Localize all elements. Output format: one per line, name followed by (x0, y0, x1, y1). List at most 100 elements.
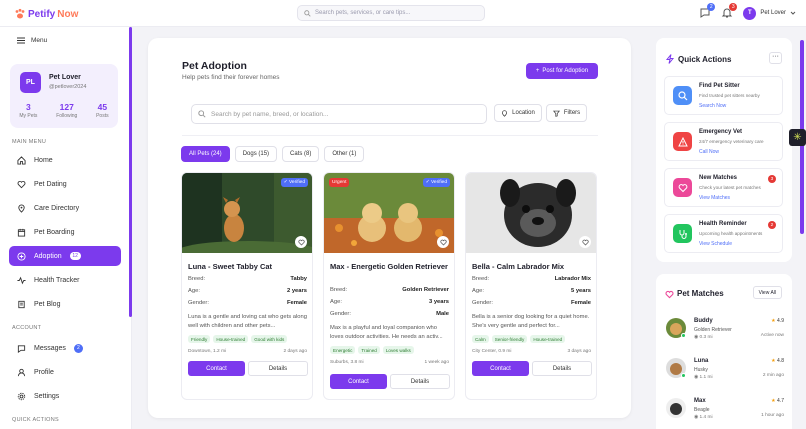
pet-search-input[interactable]: Search by pet name, breed, or location..… (191, 104, 487, 124)
urgent-badge: Urgent (329, 178, 350, 187)
details-button[interactable]: Details (248, 361, 308, 376)
quick-action-new-matches[interactable]: New Matches Check your latest pet matche… (664, 168, 783, 207)
heart-icon (673, 178, 692, 197)
filters-button[interactable]: Filters (546, 104, 587, 122)
location-button[interactable]: Location (494, 104, 542, 122)
tab-dogs[interactable]: Dogs (15) (234, 146, 278, 162)
pet-name: Bella - Calm Labrador Mix (472, 262, 565, 271)
sidebar-item-care-directory[interactable]: Care Directory (9, 198, 121, 218)
pet-actions: Contact Details (330, 374, 450, 389)
pet-tag: Senior-friendly (491, 335, 528, 343)
profile-card[interactable]: PL Pet Lover @petlover2024 3 My Pets 127 F… (10, 64, 118, 128)
pet-gender-row: Gender: Female (188, 300, 307, 306)
quick-action-health-reminder[interactable]: Health Reminder Upcoming health appointm… (664, 214, 783, 253)
match-item[interactable]: Buddy Golden Retriever ◉ 0.3 mi ★ 4.9 Ac… (666, 316, 784, 346)
pet-posted-time: 3 days ago (567, 349, 591, 354)
quick-action-link[interactable]: Search Now (699, 103, 726, 109)
quick-action-title: New Matches (699, 175, 738, 181)
contact-button[interactable]: Contact (472, 361, 529, 376)
lightning-icon (665, 54, 675, 64)
sidebar-item-pet-blog[interactable]: Pet Blog (9, 294, 121, 314)
sidebar-scrollbar[interactable] (129, 27, 132, 317)
match-distance: ◉ 1.4 mi (694, 415, 713, 420)
pet-name: Max - Energetic Golden Retriever (330, 262, 448, 271)
match-breed: Beagle (694, 407, 710, 413)
view-all-button[interactable]: View All (752, 286, 782, 299)
profile-stats: 3 My Pets 127 Following 45 Posts (10, 102, 118, 119)
profile-handle: @petlover2024 (49, 84, 87, 90)
heart-icon (297, 239, 305, 245)
pet-search-placeholder: Search by pet name, breed, or location..… (211, 110, 329, 118)
chevron-down-icon (790, 11, 796, 15)
sidebar-item-label: Care Directory (34, 204, 80, 212)
sidebar-item-home[interactable]: Home (9, 150, 121, 170)
adoption-panel: Pet Adoption Help pets find their foreve… (148, 38, 631, 418)
more-options-button[interactable]: ··· (769, 52, 782, 64)
heart-icon (439, 239, 447, 245)
tab-all-pets[interactable]: All Pets (24) (181, 146, 230, 162)
match-distance-value: 1.4 mi (699, 415, 713, 420)
messages-button[interactable]: 2 (699, 3, 716, 19)
pet-card-bella[interactable]: Bella - Calm Labrador Mix Breed: Labrador… (465, 172, 597, 400)
details-button[interactable]: Details (532, 361, 592, 376)
gender-label: Gender: (330, 311, 351, 317)
pet-age-row: Age: 3 years (330, 299, 449, 305)
match-avatar (666, 398, 686, 418)
stat-label: My Pets (19, 113, 38, 119)
profile-name: Pet Lover (49, 74, 81, 81)
quick-action-link[interactable]: Call Now (699, 149, 719, 155)
sidebar-item-pet-boarding[interactable]: Pet Boarding (9, 222, 121, 242)
pet-description: Luna is a gentle and loving cat who gets… (188, 314, 307, 329)
account-heading: ACCOUNT (12, 325, 42, 331)
match-name: Max (694, 398, 706, 404)
sidebar-item-label: Messages (34, 344, 66, 352)
sidebar-item-settings[interactable]: Settings (9, 386, 121, 406)
breed-label: Breed: (330, 287, 348, 293)
global-search-input[interactable]: Search pets, services, or care tips... (297, 5, 485, 21)
menu-toggle[interactable]: Menu (17, 37, 47, 44)
post-for-adoption-button[interactable]: + Post for Adoption (526, 63, 598, 79)
sidebar-item-profile[interactable]: Profile (9, 362, 121, 382)
sidebar-item-messages[interactable]: Messages 2 (9, 338, 121, 358)
sidebar-item-health-tracker[interactable]: Health Tracker (9, 270, 121, 290)
profile-avatar: PL (20, 72, 41, 93)
notifications-button[interactable]: 3 (721, 3, 738, 19)
details-button[interactable]: Details (390, 374, 450, 389)
pet-tag: Trained (358, 346, 380, 354)
plus-icon: + (535, 68, 540, 74)
match-item[interactable]: Max Beagle ◉ 1.4 mi ★ 4.7 1 hour ago (666, 396, 784, 426)
favorite-button[interactable] (579, 236, 591, 248)
quick-action-link[interactable]: View Schedule (699, 241, 732, 247)
user-menu[interactable]: T Pet Lover (743, 6, 796, 20)
match-name: Luna (694, 358, 709, 364)
contact-button[interactable]: Contact (330, 374, 387, 389)
tab-cats[interactable]: Cats (8) (282, 146, 320, 162)
pet-location: City Center, 0.9 mi (472, 349, 512, 354)
breed-label: Breed: (472, 276, 490, 282)
tab-other[interactable]: Other (1) (324, 146, 365, 162)
pet-card-max[interactable]: Urgent ✓ Verified Max - Energetic Golden… (323, 172, 455, 400)
breed-label: Breed: (188, 276, 206, 282)
quick-action-link[interactable]: View Matches (699, 195, 730, 201)
quick-action-title: Health Reminder (699, 221, 747, 227)
sidebar-item-pet-dating[interactable]: Pet Dating (9, 174, 121, 194)
floating-widget-button[interactable]: ✳ (789, 129, 806, 146)
match-item[interactable]: Luna Husky ◉ 1.1 mi ★ 4.8 2 min ago (666, 356, 784, 386)
stat-value: 3 (26, 102, 31, 112)
location-button-label: Location (512, 110, 535, 116)
match-distance-value: 1.1 mi (699, 375, 713, 380)
sidebar-item-adoption[interactable]: Adoption 12 (9, 246, 121, 266)
pet-card-luna[interactable]: ✓ Verified Luna - Sweet Tabby Cat Breed:… (181, 172, 313, 400)
pet-photo[interactable] (466, 173, 596, 253)
match-distance-value: 0.3 mi (699, 335, 713, 340)
online-indicator (681, 373, 686, 378)
pet-actions: Contact Details (472, 361, 592, 376)
logo[interactable]: Petify Now (14, 6, 78, 22)
favorite-button[interactable] (295, 236, 307, 248)
contact-button[interactable]: Contact (188, 361, 245, 376)
favorite-button[interactable] (437, 236, 449, 248)
search-icon (673, 86, 692, 105)
quick-action-find-pet-sitter[interactable]: Find Pet Sitter Find trusted pet sitters… (664, 76, 783, 115)
quick-action-emergency-vet[interactable]: Emergency Vet 24/7 emergency veterinary … (664, 122, 783, 161)
quick-actions-heading: QUICK ACTIONS (12, 417, 59, 423)
